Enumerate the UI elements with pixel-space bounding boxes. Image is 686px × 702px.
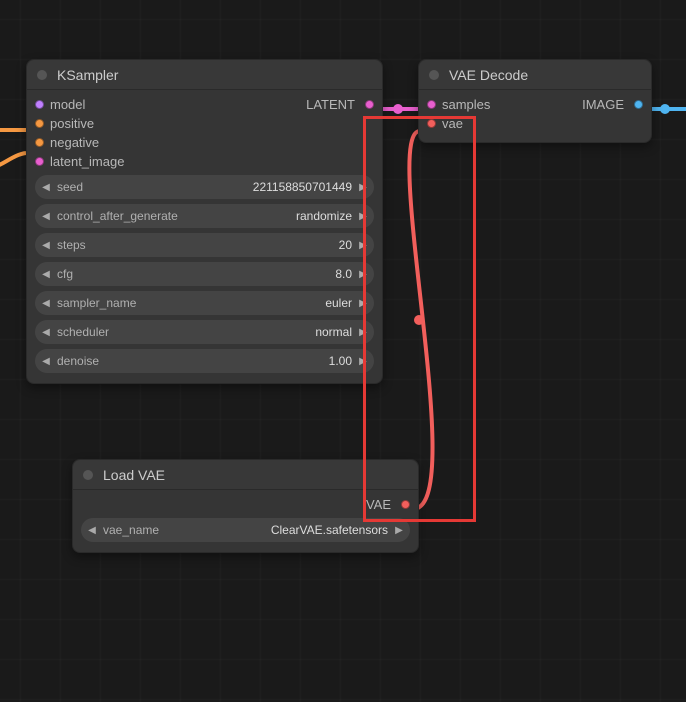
arrow-right-icon[interactable]: ▶ (358, 327, 368, 338)
arrow-left-icon[interactable]: ◀ (41, 211, 51, 222)
positive-label: positive (50, 116, 94, 131)
vae-decode-row-samples-image: samples IMAGE (427, 96, 643, 113)
negative-label: negative (50, 135, 99, 150)
vae-decode-title: VAE Decode (449, 67, 528, 83)
vae-decode-header[interactable]: VAE Decode (419, 60, 651, 90)
ksampler-title: KSampler (57, 67, 118, 83)
steps-key: steps (57, 238, 86, 252)
cfg-key: cfg (57, 267, 73, 281)
arrow-right-icon[interactable]: ▶ (358, 356, 368, 367)
arrow-right-icon[interactable]: ▶ (394, 525, 404, 536)
vae-input-port[interactable] (427, 119, 436, 128)
image-output-label: IMAGE (582, 97, 624, 112)
sampler-name-key: sampler_name (57, 296, 136, 310)
positive-port[interactable] (35, 119, 44, 128)
scheduler-value: normal (115, 325, 352, 339)
denoise-key: denoise (57, 354, 99, 368)
vae-output-port[interactable] (401, 500, 410, 509)
collapse-dot[interactable] (37, 70, 47, 80)
vae-name-value: ClearVAE.safetensors (165, 523, 388, 537)
arrow-right-icon[interactable]: ▶ (358, 211, 368, 222)
collapse-dot[interactable] (429, 70, 439, 80)
arrow-left-icon[interactable]: ◀ (87, 525, 97, 536)
load-vae-title: Load VAE (103, 467, 165, 483)
scheduler-key: scheduler (57, 325, 109, 339)
cfg-value: 8.0 (79, 267, 352, 281)
sampler-name-widget[interactable]: ◀ sampler_name euler ▶ (35, 291, 374, 315)
cag-value: randomize (184, 209, 352, 223)
seed-value: 221158850701449 (89, 180, 352, 194)
arrow-right-icon[interactable]: ▶ (358, 298, 368, 309)
seed-key: seed (57, 180, 83, 194)
image-port[interactable] (634, 100, 643, 109)
cag-key: control_after_generate (57, 209, 178, 223)
arrow-left-icon[interactable]: ◀ (41, 269, 51, 280)
arrow-right-icon[interactable]: ▶ (358, 269, 368, 280)
latent-port[interactable] (365, 100, 374, 109)
vae-input-label: vae (442, 116, 463, 131)
load-vae-output-row: VAE (81, 496, 410, 513)
scheduler-widget[interactable]: ◀ scheduler normal ▶ (35, 320, 374, 344)
arrow-left-icon[interactable]: ◀ (41, 356, 51, 367)
load-vae-header[interactable]: Load VAE (73, 460, 418, 490)
arrow-left-icon[interactable]: ◀ (41, 182, 51, 193)
arrow-right-icon[interactable]: ▶ (358, 240, 368, 251)
steps-value: 20 (92, 238, 352, 252)
model-label: model (50, 97, 85, 112)
vae-name-key: vae_name (103, 523, 159, 537)
ksampler-row-model-latent: model LATENT (35, 96, 374, 113)
ksampler-node[interactable]: KSampler model LATENT positive negative … (26, 59, 383, 384)
model-port[interactable] (35, 100, 44, 109)
ksampler-row-negative: negative (35, 134, 374, 151)
vae-output-label: VAE (366, 497, 391, 512)
ksampler-header[interactable]: KSampler (27, 60, 382, 90)
arrow-left-icon[interactable]: ◀ (41, 298, 51, 309)
sampler-name-value: euler (142, 296, 352, 310)
cfg-widget[interactable]: ◀ cfg 8.0 ▶ (35, 262, 374, 286)
vae-name-widget[interactable]: ◀ vae_name ClearVAE.safetensors ▶ (81, 518, 410, 542)
vae-decode-row-vae: vae (427, 115, 643, 132)
latent-image-port[interactable] (35, 157, 44, 166)
load-vae-node[interactable]: Load VAE VAE ◀ vae_name ClearVAE.safeten… (72, 459, 419, 553)
arrow-left-icon[interactable]: ◀ (41, 327, 51, 338)
arrow-left-icon[interactable]: ◀ (41, 240, 51, 251)
samples-port[interactable] (427, 100, 436, 109)
ksampler-row-latent-image: latent_image (35, 153, 374, 170)
vae-decode-node[interactable]: VAE Decode samples IMAGE vae (418, 59, 652, 143)
collapse-dot[interactable] (83, 470, 93, 480)
control-after-generate-widget[interactable]: ◀ control_after_generate randomize ▶ (35, 204, 374, 228)
latent-image-label: latent_image (50, 154, 124, 169)
samples-label: samples (442, 97, 490, 112)
seed-widget[interactable]: ◀ seed 221158850701449 ▶ (35, 175, 374, 199)
negative-port[interactable] (35, 138, 44, 147)
ksampler-row-positive: positive (35, 115, 374, 132)
arrow-right-icon[interactable]: ▶ (358, 182, 368, 193)
denoise-value: 1.00 (105, 354, 352, 368)
denoise-widget[interactable]: ◀ denoise 1.00 ▶ (35, 349, 374, 373)
latent-output-label: LATENT (306, 97, 355, 112)
steps-widget[interactable]: ◀ steps 20 ▶ (35, 233, 374, 257)
